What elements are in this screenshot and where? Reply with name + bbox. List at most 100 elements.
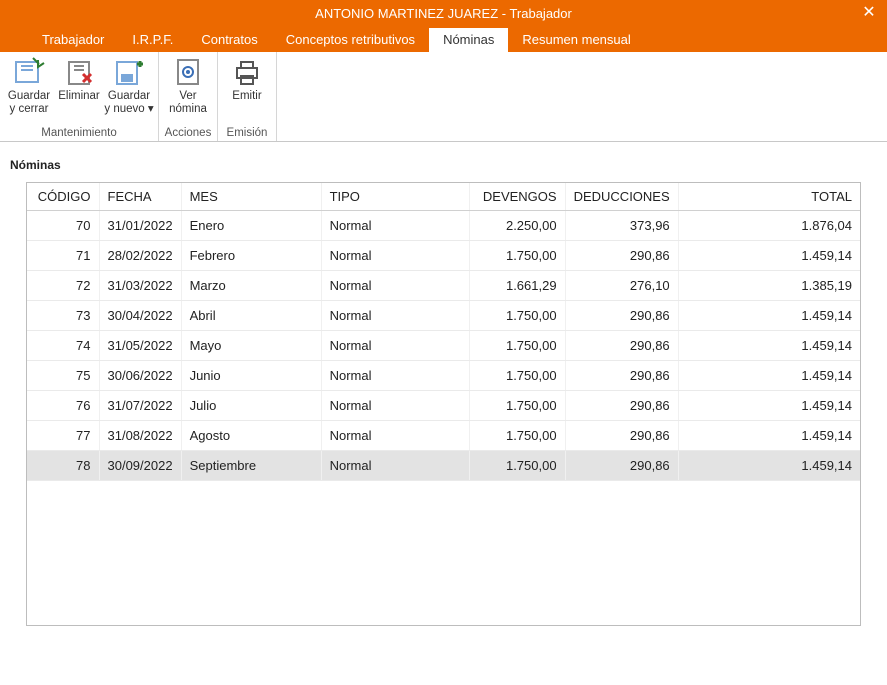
- ribbon-ver-n-mina-button[interactable]: Vernómina: [163, 54, 213, 126]
- cell-mes: Febrero: [181, 241, 321, 271]
- cell-devengos: 1.750,00: [469, 421, 565, 451]
- cell-fecha: 31/08/2022: [99, 421, 181, 451]
- window-title: ANTONIO MARTINEZ JUAREZ - Trabajador: [315, 6, 572, 21]
- cell-fecha: 30/06/2022: [99, 361, 181, 391]
- ribbon-btn-label1: Ver: [179, 90, 196, 103]
- ribbon: Guardary cerrar Eliminar Guardary nuevo …: [0, 52, 887, 142]
- section-label: Nóminas: [0, 142, 887, 182]
- col-deducciones[interactable]: DEDUCCIONES: [565, 183, 678, 211]
- cell-tipo: Normal: [321, 211, 469, 241]
- col-fecha[interactable]: FECHA: [99, 183, 181, 211]
- cell-tipo: Normal: [321, 331, 469, 361]
- cell-tipo: Normal: [321, 391, 469, 421]
- print-icon: [231, 56, 263, 88]
- cell-mes: Marzo: [181, 271, 321, 301]
- col-tipo[interactable]: TIPO: [321, 183, 469, 211]
- cell-deducciones: 290,86: [565, 241, 678, 271]
- ribbon-btn-label2: y cerrar: [10, 103, 49, 116]
- cell-fecha: 31/05/2022: [99, 331, 181, 361]
- cell-tipo: Normal: [321, 241, 469, 271]
- ribbon-btn-label2: nómina: [169, 103, 207, 116]
- cell-deducciones: 290,86: [565, 451, 678, 481]
- ribbon-btn-label2: y nuevo ▾: [104, 103, 153, 116]
- cell-codigo: 72: [27, 271, 99, 301]
- cell-total: 1.385,19: [678, 271, 860, 301]
- save-close-icon: [13, 56, 45, 88]
- cell-devengos: 1.750,00: [469, 301, 565, 331]
- cell-devengos: 1.750,00: [469, 241, 565, 271]
- cell-devengos: 2.250,00: [469, 211, 565, 241]
- cell-codigo: 76: [27, 391, 99, 421]
- ribbon-guardar-y-cerrar-button[interactable]: Guardary cerrar: [4, 54, 54, 126]
- cell-fecha: 30/04/2022: [99, 301, 181, 331]
- cell-devengos: 1.750,00: [469, 451, 565, 481]
- cell-mes: Mayo: [181, 331, 321, 361]
- cell-tipo: Normal: [321, 451, 469, 481]
- table-row[interactable]: 7330/04/2022AbrilNormal1.750,00290,861.4…: [27, 301, 860, 331]
- cell-deducciones: 290,86: [565, 391, 678, 421]
- cell-mes: Abril: [181, 301, 321, 331]
- cell-fecha: 31/01/2022: [99, 211, 181, 241]
- cell-codigo: 75: [27, 361, 99, 391]
- tab-conceptos-retributivos[interactable]: Conceptos retributivos: [272, 28, 429, 52]
- cell-mes: Enero: [181, 211, 321, 241]
- table-row[interactable]: 7128/02/2022FebreroNormal1.750,00290,861…: [27, 241, 860, 271]
- payroll-grid[interactable]: CÓDIGO FECHA MES TIPO DEVENGOS DEDUCCION…: [26, 182, 861, 626]
- ribbon-group-mantenimiento: Guardary cerrar Eliminar Guardary nuevo …: [0, 52, 159, 141]
- delete-icon: [63, 56, 95, 88]
- col-mes[interactable]: MES: [181, 183, 321, 211]
- ribbon-guardar-y-nuevo-button[interactable]: Guardary nuevo ▾: [104, 54, 154, 126]
- cell-fecha: 31/07/2022: [99, 391, 181, 421]
- col-codigo[interactable]: CÓDIGO: [27, 183, 99, 211]
- cell-total: 1.459,14: [678, 331, 860, 361]
- cell-devengos: 1.750,00: [469, 331, 565, 361]
- ribbon-btn-label1: Guardar: [108, 90, 150, 103]
- cell-deducciones: 290,86: [565, 331, 678, 361]
- cell-devengos: 1.750,00: [469, 391, 565, 421]
- cell-tipo: Normal: [321, 361, 469, 391]
- cell-mes: Septiembre: [181, 451, 321, 481]
- cell-mes: Julio: [181, 391, 321, 421]
- table-row[interactable]: 7530/06/2022JunioNormal1.750,00290,861.4…: [27, 361, 860, 391]
- table-row[interactable]: 7731/08/2022AgostoNormal1.750,00290,861.…: [27, 421, 860, 451]
- ribbon-group-emisión: Emitir Emisión: [218, 52, 277, 141]
- ribbon-group-label: Acciones: [163, 126, 213, 141]
- tab-strip: TrabajadorI.R.P.F.ContratosConceptos ret…: [0, 26, 887, 52]
- cell-codigo: 77: [27, 421, 99, 451]
- close-icon[interactable]: ✕: [859, 2, 879, 22]
- tab-resumen-mensual[interactable]: Resumen mensual: [508, 28, 644, 52]
- col-total[interactable]: TOTAL: [678, 183, 860, 211]
- cell-deducciones: 290,86: [565, 361, 678, 391]
- col-devengos[interactable]: DEVENGOS: [469, 183, 565, 211]
- ribbon-eliminar-button[interactable]: Eliminar: [54, 54, 104, 126]
- table-row[interactable]: 7031/01/2022EneroNormal2.250,00373,961.8…: [27, 211, 860, 241]
- ribbon-btn-label1: Emitir: [232, 90, 261, 103]
- cell-total: 1.459,14: [678, 451, 860, 481]
- cell-tipo: Normal: [321, 271, 469, 301]
- cell-total: 1.459,14: [678, 241, 860, 271]
- table-row[interactable]: 7431/05/2022MayoNormal1.750,00290,861.45…: [27, 331, 860, 361]
- cell-devengos: 1.750,00: [469, 361, 565, 391]
- cell-total: 1.459,14: [678, 361, 860, 391]
- ribbon-emitir-button[interactable]: Emitir: [222, 54, 272, 126]
- title-bar: ANTONIO MARTINEZ JUAREZ - Trabajador ✕: [0, 0, 887, 26]
- ribbon-group-label: Emisión: [222, 126, 272, 141]
- table-header-row: CÓDIGO FECHA MES TIPO DEVENGOS DEDUCCION…: [27, 183, 860, 211]
- cell-total: 1.459,14: [678, 301, 860, 331]
- cell-total: 1.459,14: [678, 421, 860, 451]
- table-row[interactable]: 7231/03/2022MarzoNormal1.661,29276,101.3…: [27, 271, 860, 301]
- save-new-icon: [113, 56, 145, 88]
- table-row[interactable]: 7631/07/2022JulioNormal1.750,00290,861.4…: [27, 391, 860, 421]
- cell-total: 1.459,14: [678, 391, 860, 421]
- tab-i-r-p-f-[interactable]: I.R.P.F.: [118, 28, 187, 52]
- cell-codigo: 74: [27, 331, 99, 361]
- tab-n-minas[interactable]: Nóminas: [429, 28, 508, 52]
- ribbon-btn-label1: Guardar: [8, 90, 50, 103]
- tab-contratos[interactable]: Contratos: [187, 28, 271, 52]
- cell-deducciones: 290,86: [565, 421, 678, 451]
- table-row[interactable]: 7830/09/2022SeptiembreNormal1.750,00290,…: [27, 451, 860, 481]
- cell-devengos: 1.661,29: [469, 271, 565, 301]
- cell-fecha: 30/09/2022: [99, 451, 181, 481]
- tab-trabajador[interactable]: Trabajador: [28, 28, 118, 52]
- ribbon-btn-label1: Eliminar: [58, 90, 100, 103]
